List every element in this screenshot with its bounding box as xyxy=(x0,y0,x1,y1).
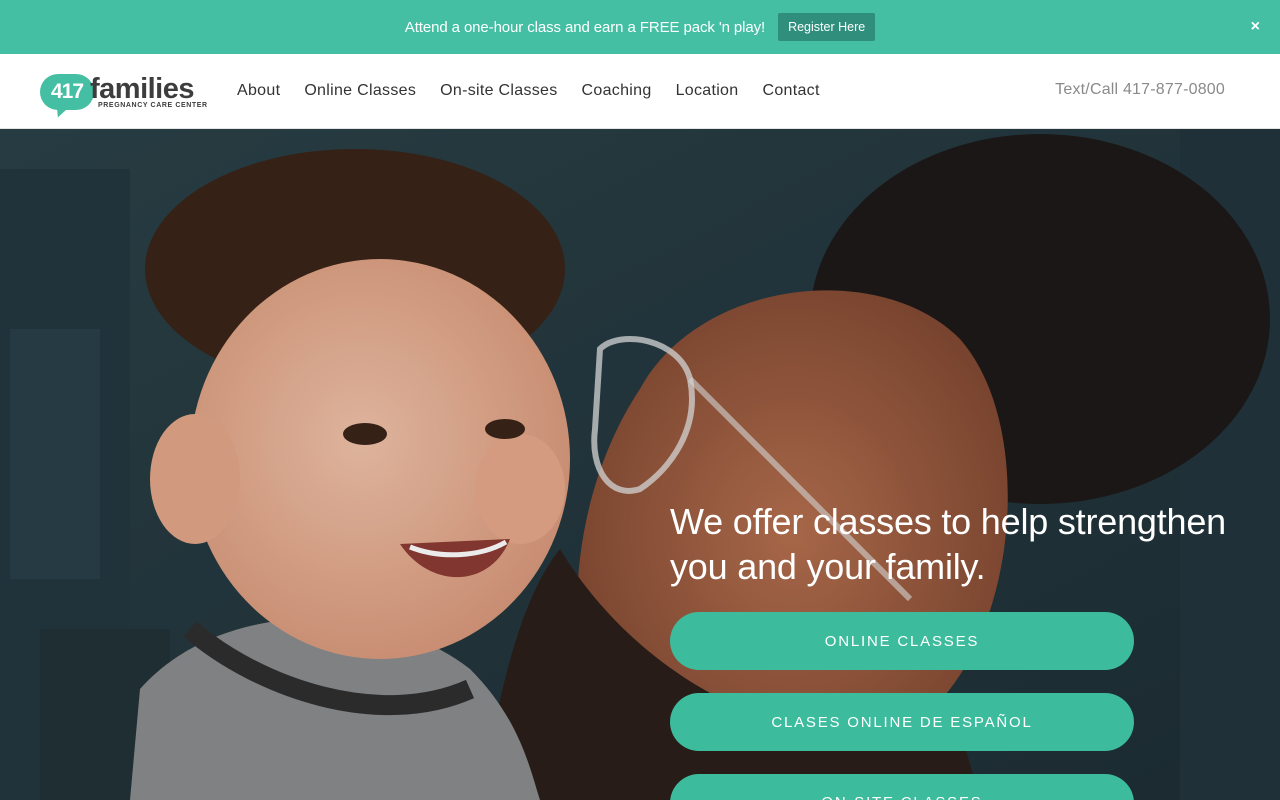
logo-tagline: PREGNANCY CARE CENTER xyxy=(98,102,208,109)
nav-onsite-classes[interactable]: On-site Classes xyxy=(440,82,557,100)
close-icon[interactable]: × xyxy=(1251,17,1260,37)
announcement-bar: Attend a one-hour class and earn a FREE … xyxy=(0,0,1280,54)
spanish-online-classes-button[interactable]: CLASES ONLINE DE ESPAÑOL xyxy=(670,693,1134,751)
onsite-classes-button[interactable]: ON-SITE CLASSES xyxy=(670,774,1134,800)
nav-coaching[interactable]: Coaching xyxy=(582,82,652,100)
main-nav: About Online Classes On-site Classes Coa… xyxy=(237,54,844,128)
nav-location[interactable]: Location xyxy=(676,82,739,100)
online-classes-button[interactable]: ONLINE CLASSES xyxy=(670,612,1134,670)
nav-contact[interactable]: Contact xyxy=(762,82,819,100)
logo-number: 417 xyxy=(50,80,84,103)
announcement-text: Attend a one-hour class and earn a FREE … xyxy=(404,18,766,36)
register-here-button[interactable]: Register Here xyxy=(778,13,876,41)
logo-bubble: 417 xyxy=(40,74,94,110)
nav-online-classes[interactable]: Online Classes xyxy=(304,82,416,100)
hero-headline: We offer classes to help strengthen you … xyxy=(670,501,1226,587)
phone-link[interactable]: Text/Call 417-877-0800 xyxy=(1055,81,1225,99)
nav-about[interactable]: About xyxy=(237,82,280,100)
logo-word: families xyxy=(90,73,195,105)
hero-section: We offer classes to help strengthen you … xyxy=(0,129,1280,800)
logo[interactable]: 417 families PREGNANCY CARE CENTER xyxy=(40,72,210,120)
site-header: 417 families PREGNANCY CARE CENTER About… xyxy=(0,54,1280,129)
